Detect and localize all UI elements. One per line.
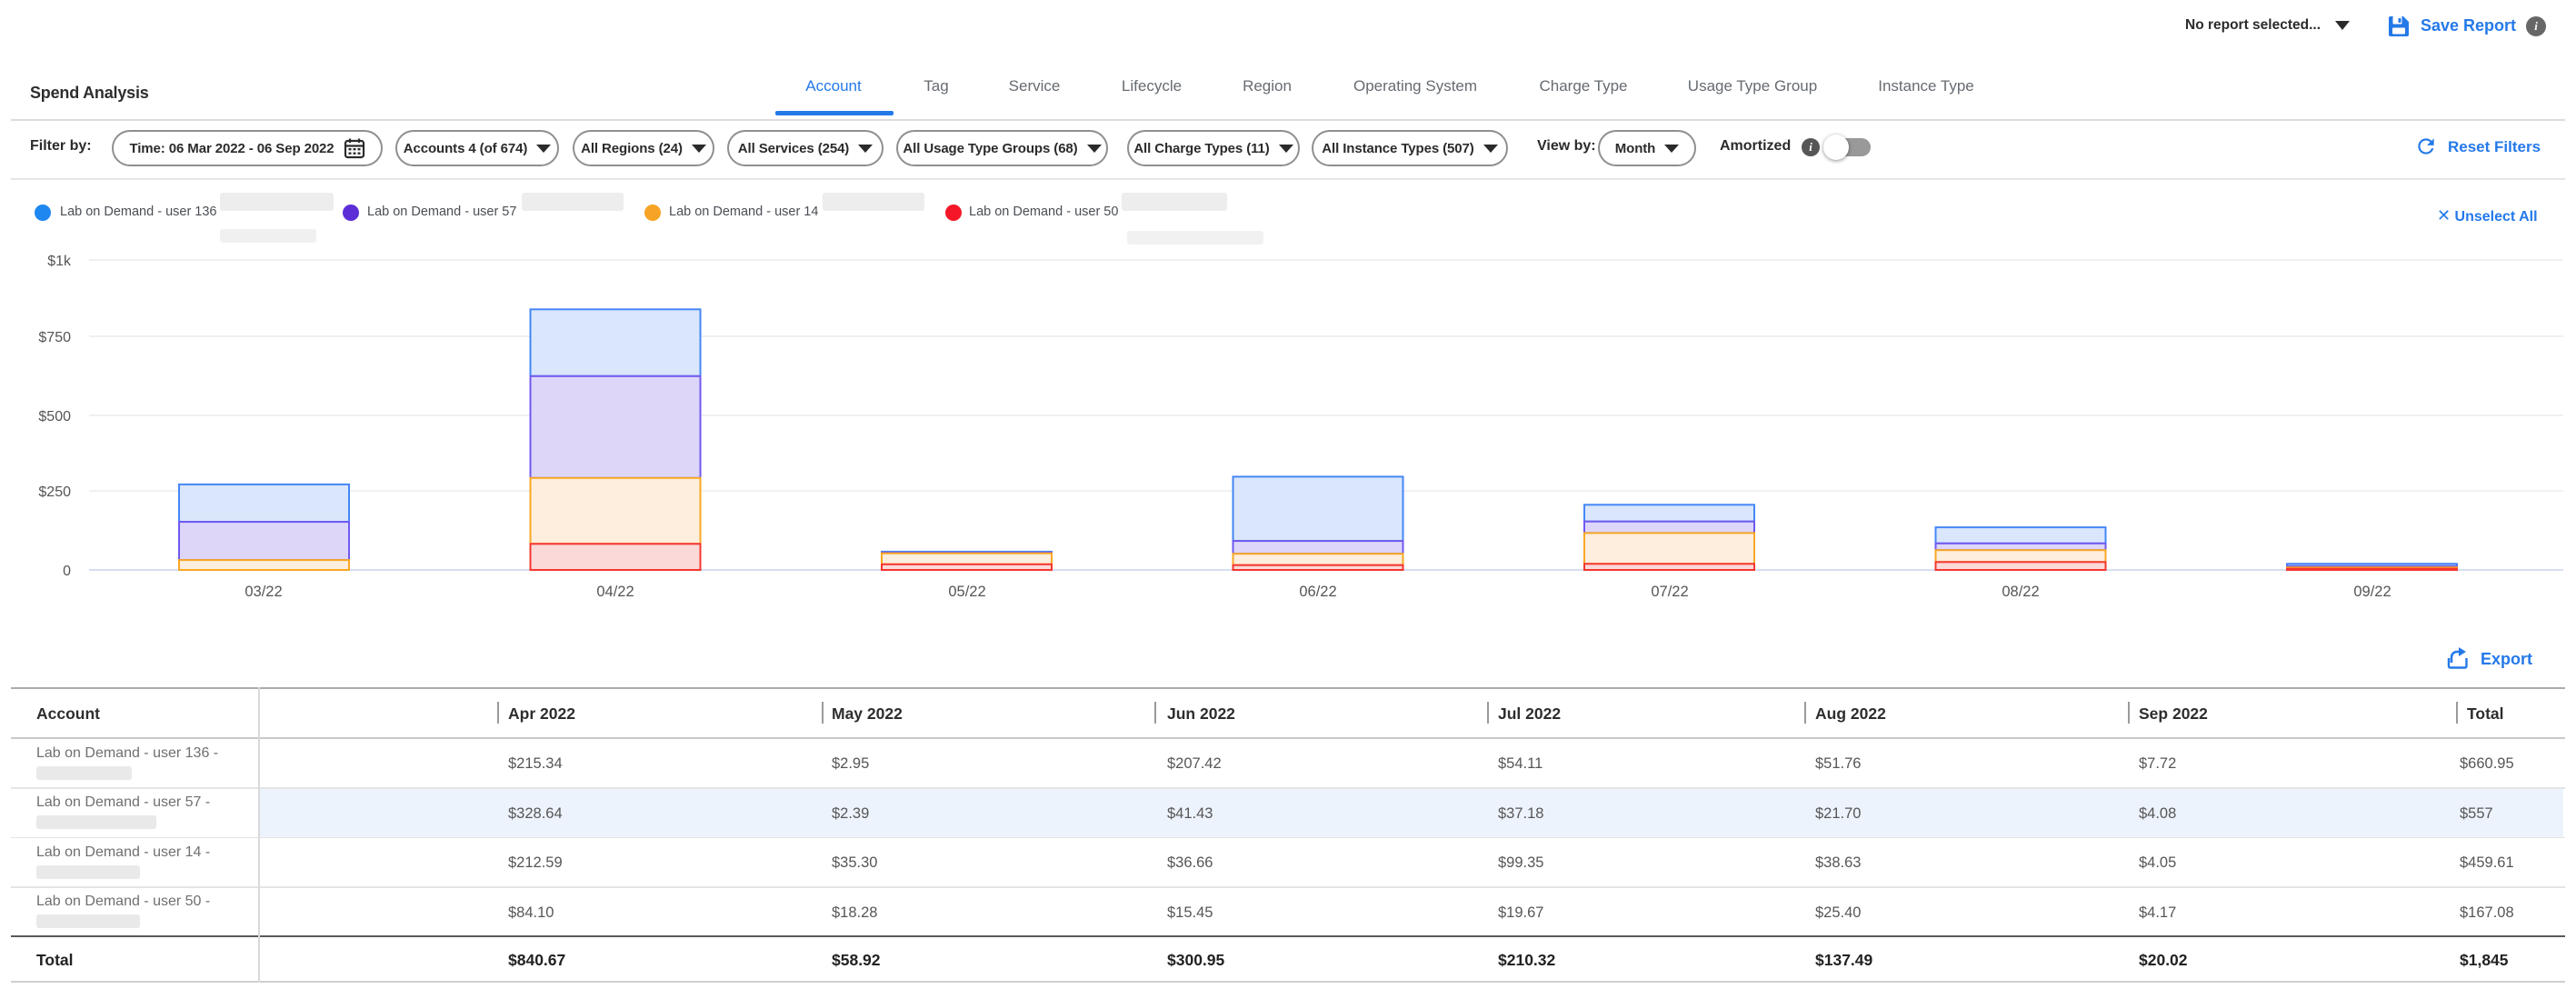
svg-text:08/22: 08/22 (2002, 584, 2039, 600)
svg-text:04/22: 04/22 (596, 584, 634, 600)
svg-text:03/22: 03/22 (245, 584, 282, 600)
svg-text:09/22: 09/22 (2353, 584, 2391, 600)
svg-text:$250: $250 (38, 485, 71, 500)
svg-text:0: 0 (63, 564, 71, 579)
svg-text:06/22: 06/22 (1299, 584, 1336, 600)
svg-text:$1k: $1k (47, 254, 72, 269)
svg-text:$750: $750 (38, 330, 71, 345)
svg-text:05/22: 05/22 (948, 584, 985, 600)
svg-text:$500: $500 (38, 409, 71, 425)
svg-text:07/22: 07/22 (1651, 584, 1688, 600)
